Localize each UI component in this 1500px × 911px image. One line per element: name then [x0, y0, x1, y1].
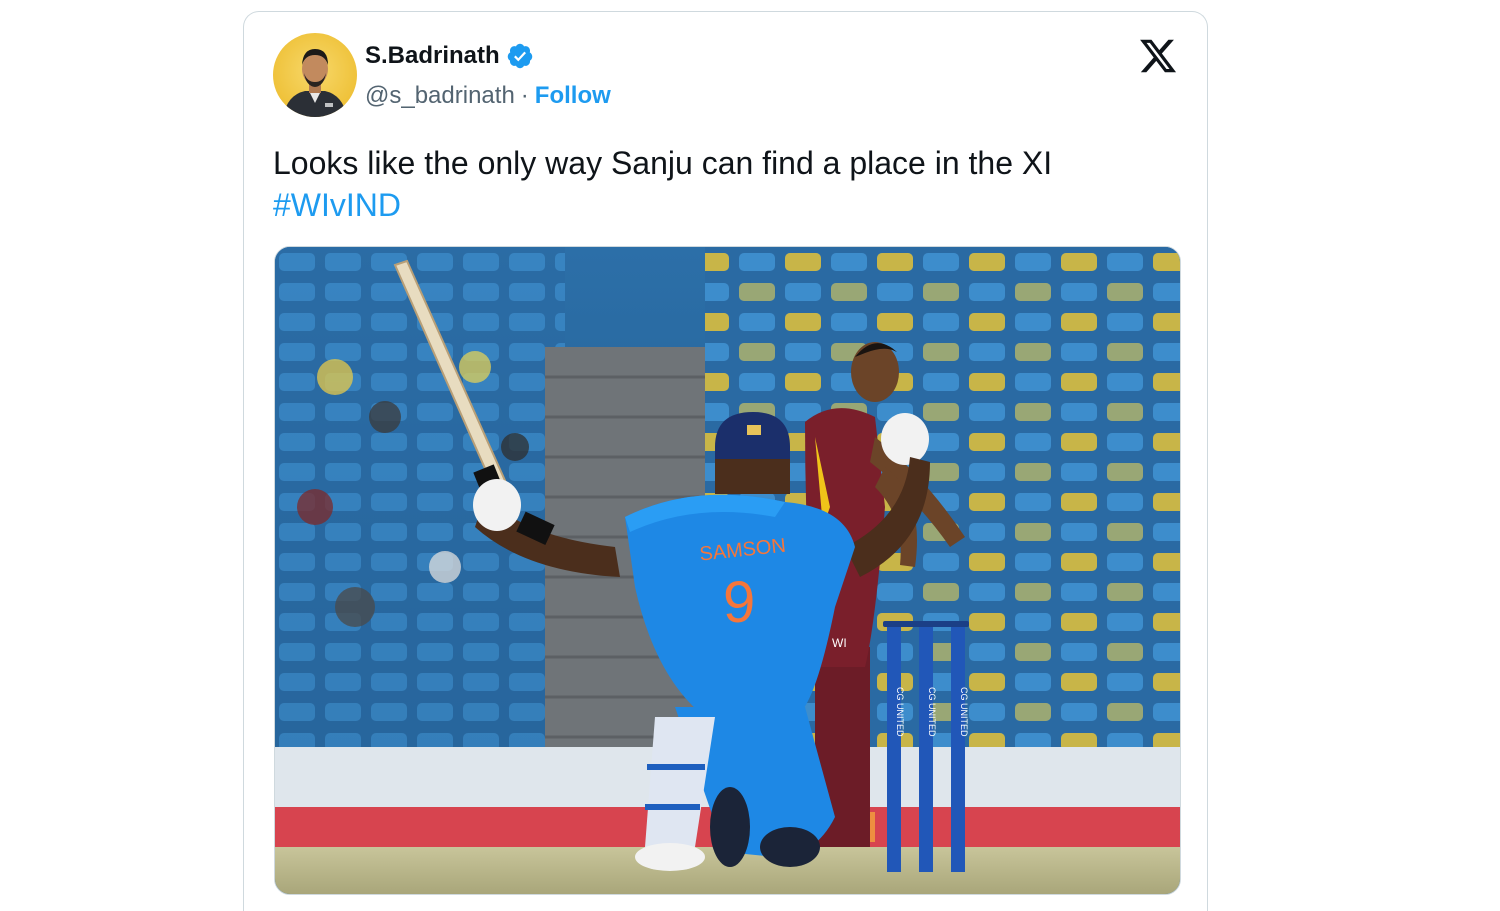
stump-sponsor-1: CG UNITED — [895, 687, 905, 737]
x-logo-icon[interactable] — [1137, 36, 1179, 76]
svg-text:WI: WI — [832, 636, 847, 650]
verified-badge-icon — [507, 43, 532, 69]
author-name[interactable]: S.Badrinath — [365, 42, 500, 70]
author-handle-row: @s_badrinath · Follow — [365, 82, 611, 110]
tweet-text: Looks like the only way Sanju can find a… — [273, 142, 1173, 226]
stump-sponsor-3: CG UNITED — [959, 687, 969, 737]
stump-sponsor-2: CG UNITED — [927, 687, 937, 737]
hashtag-link[interactable]: #WIvIND — [273, 184, 1173, 226]
tweet-media-image[interactable]: WI CG UNITED CG UNITED CG UNITED SAMSON … — [274, 246, 1181, 895]
tweet-card[interactable]: S.Badrinath @s_badrinath · Follow Looks … — [243, 11, 1208, 911]
author-handle[interactable]: @s_badrinath — [365, 82, 515, 110]
tweet-body: Looks like the only way Sanju can find a… — [273, 145, 1053, 181]
jersey-number: 9 — [723, 570, 755, 635]
follow-button[interactable]: Follow — [535, 82, 611, 110]
separator-dot: · — [520, 82, 529, 109]
author-avatar[interactable] — [273, 33, 357, 117]
author-name-row: S.Badrinath — [365, 42, 534, 70]
